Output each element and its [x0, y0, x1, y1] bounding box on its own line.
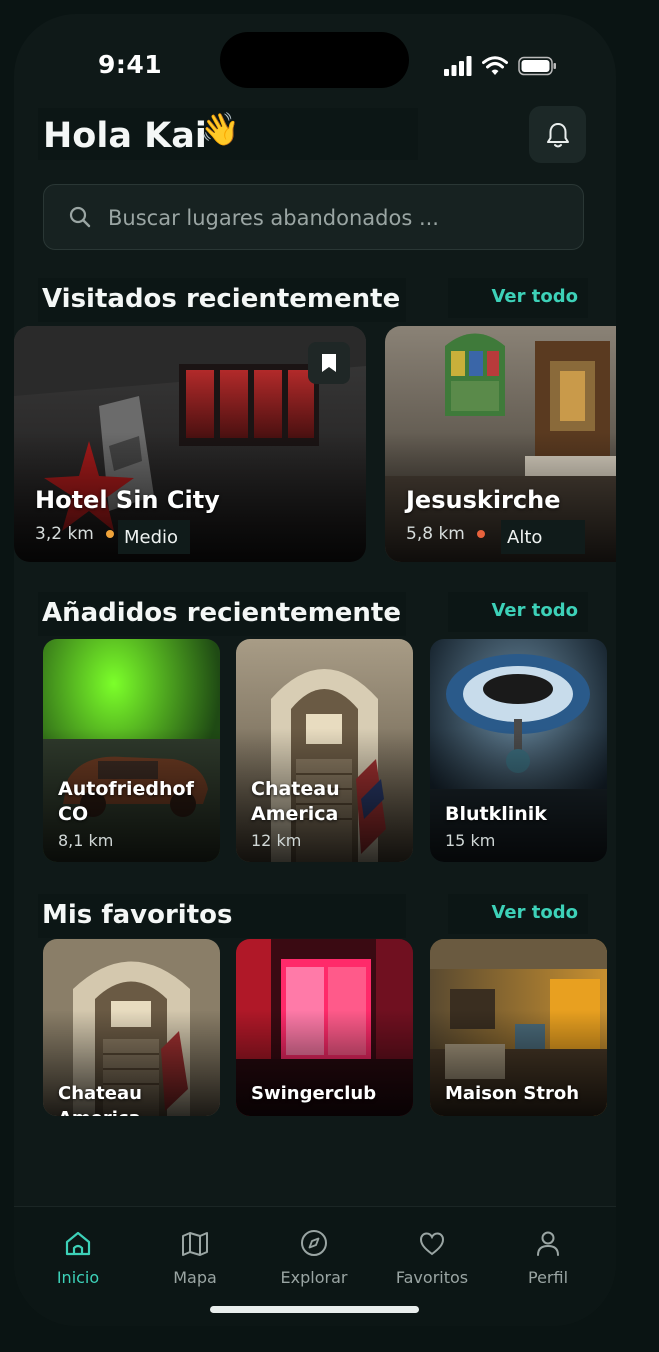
heart-icon	[419, 1232, 445, 1256]
see-all-favorites-link[interactable]: Ver todo	[448, 894, 588, 934]
card-image-chateau	[236, 639, 413, 862]
wifi-icon	[482, 56, 508, 75]
card-image-car	[43, 639, 220, 862]
card-title: Chateau America	[251, 778, 340, 825]
card-title: Swingerclub	[251, 1083, 377, 1104]
nav-item-inicio[interactable]: Inicio	[18, 1207, 138, 1302]
card-title: Jesuskirche	[406, 486, 561, 514]
added-card-chateau-america[interactable]: Chateau America 12 km	[236, 639, 413, 862]
notifications-button[interactable]	[529, 106, 586, 163]
nav-label: Inicio	[56, 1268, 100, 1287]
nav-item-favoritos[interactable]: Favoritos	[372, 1207, 492, 1302]
favorite-card-chateau-america[interactable]: Chateau America	[43, 939, 220, 1116]
level-badge: Alto	[501, 520, 585, 554]
card-distance: 5,8 km	[406, 524, 465, 544]
bookmark-button[interactable]	[308, 342, 350, 384]
dynamic-island	[220, 32, 409, 88]
search-input[interactable]: Buscar lugares abandonados ...	[108, 206, 439, 230]
nav-item-mapa[interactable]: Mapa	[135, 1207, 255, 1302]
card-distance: 3,2 km	[35, 524, 94, 544]
status-time: 9:41	[98, 50, 163, 79]
signal-icon	[444, 56, 472, 76]
section-title-favorites: Mis favoritos	[38, 894, 406, 938]
nav-label: Mapa	[173, 1268, 217, 1287]
level-dot	[106, 530, 114, 538]
user-icon	[537, 1231, 559, 1256]
wave-emoji: 👋	[200, 110, 240, 148]
nav-label: Perfil	[527, 1268, 569, 1287]
status-bar: 9:41	[14, 14, 616, 104]
section-title-added: Añadidos recientemente	[38, 592, 406, 636]
greeting-text: Hola Kai	[43, 116, 207, 156]
card-distance: 15 km	[445, 831, 496, 850]
added-card-blutklinik[interactable]: Blutklinik 15 km	[430, 639, 607, 862]
level-badge: Medio	[118, 520, 190, 554]
nav-item-perfil[interactable]: Perfil	[488, 1207, 608, 1302]
search-bar[interactable]: Buscar lugares abandonados ...	[43, 184, 584, 250]
visited-card-jesuskirche[interactable]: Jesuskirche 5,8 km Alto	[385, 326, 616, 562]
card-title: Hotel Sin City	[35, 486, 220, 514]
card-title: Chateau America	[58, 1083, 142, 1116]
home-icon	[65, 1231, 91, 1256]
card-title: Autofriedhof CO	[58, 778, 194, 825]
favorite-card-swingerclub[interactable]: Swingerclub	[236, 939, 413, 1116]
nav-item-explorar[interactable]: Explorar	[254, 1207, 374, 1302]
nav-label: Explorar	[280, 1268, 348, 1287]
card-title: Blutklinik	[445, 803, 547, 825]
bell-icon	[546, 122, 569, 147]
added-card-autofriedhof[interactable]: Autofriedhof CO 8,1 km	[43, 639, 220, 862]
compass-icon	[301, 1230, 327, 1256]
bookmark-icon	[322, 354, 336, 372]
battery-icon	[518, 56, 556, 76]
status-icons	[444, 54, 558, 78]
card-distance: 8,1 km	[58, 831, 114, 850]
nav-label: Favoritos	[395, 1268, 469, 1287]
see-all-visited-link[interactable]: Ver todo	[448, 278, 588, 318]
phone-screen: 9:41 Hola Kai 👋 Buscar lugares abandonad…	[14, 14, 616, 1326]
card-image-clinic	[430, 639, 607, 862]
home-indicator	[210, 1306, 419, 1313]
favorite-card-maison-stroh[interactable]: Maison Stroh	[430, 939, 607, 1116]
see-all-added-link[interactable]: Ver todo	[448, 592, 588, 632]
section-title-visited: Visitados recientemente	[38, 278, 406, 322]
search-icon	[69, 206, 91, 228]
card-distance: 12 km	[251, 831, 302, 850]
greeting: Hola Kai 👋	[38, 108, 418, 160]
card-title: Maison Stroh	[445, 1083, 580, 1104]
map-icon	[182, 1232, 208, 1256]
visited-card-hotel-sin-city[interactable]: Hotel Sin City 3,2 km Medio	[14, 326, 366, 562]
level-dot	[477, 530, 485, 538]
